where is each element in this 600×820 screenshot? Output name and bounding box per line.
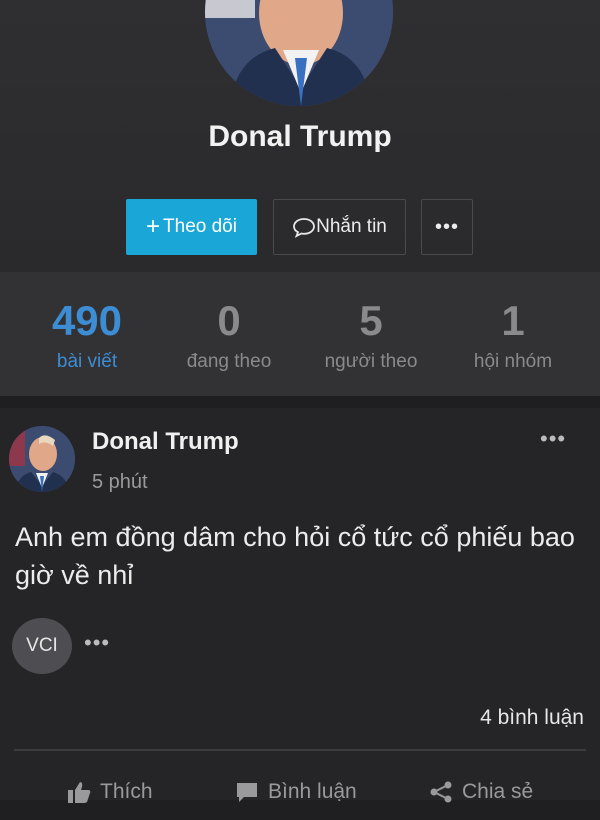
stat-value: 490 [51,297,123,344]
comment-icon [234,780,260,804]
message-button[interactable]: Nhắn tin [273,199,406,255]
comment-label: Bình luận [268,780,357,803]
tag-more-button[interactable]: ••• [84,630,110,656]
stat-following[interactable]: 0 đang theo [154,272,304,373]
stat-label: đang theo [186,351,272,372]
chat-bubble-icon [292,216,316,238]
thumbs-up-icon [66,780,92,804]
plus-icon: + [146,213,161,240]
comment-button[interactable]: Bình luận [234,780,357,804]
stat-posts[interactable]: 490 bài viết [12,272,162,373]
divider [14,749,586,751]
post-author-name[interactable]: Donal Trump [92,428,239,456]
post-content: Anh em đồng dâm cho hỏi cổ tức cổ phiếu … [15,522,575,590]
profile-header: Donal Trump + Theo dõi Nhắn tin ••• [0,0,600,272]
post-author-avatar[interactable] [9,426,75,492]
share-icon [428,780,454,804]
stat-followers[interactable]: 5 người theo [296,272,446,373]
stock-tag[interactable]: VCI [12,618,72,674]
post-card: Donal Trump 5 phút ••• Anh em đồng dâm c… [0,408,600,803]
like-label: Thích [100,780,153,803]
post-more-button[interactable]: ••• [540,426,566,452]
stat-value: 5 [359,297,383,344]
follow-label: Theo dõi [163,216,237,237]
comment-count[interactable]: 4 bình luận [480,706,584,730]
share-label: Chia sẻ [462,780,534,803]
post-timestamp: 5 phút [92,471,148,493]
like-button[interactable]: Thích [66,780,153,804]
profile-avatar[interactable] [205,0,393,106]
profile-stats: 490 bài viết 0 đang theo 5 người theo 1 … [0,272,600,396]
profile-more-button[interactable]: ••• [421,199,473,255]
follow-button[interactable]: + Theo dõi [126,199,257,255]
stat-groups[interactable]: 1 hội nhóm [438,272,588,373]
stat-label: người theo [324,351,418,372]
stat-label: bài viết [56,351,118,372]
stat-value: 1 [501,297,525,344]
stat-value: 0 [217,297,241,344]
profile-name: Donal Trump [208,120,392,153]
stat-label: hội nhóm [473,351,553,372]
share-button[interactable]: Chia sẻ [428,780,533,804]
message-label: Nhắn tin [316,216,387,237]
post-actions: Thích Bình luận Chia sẻ [0,780,600,820]
